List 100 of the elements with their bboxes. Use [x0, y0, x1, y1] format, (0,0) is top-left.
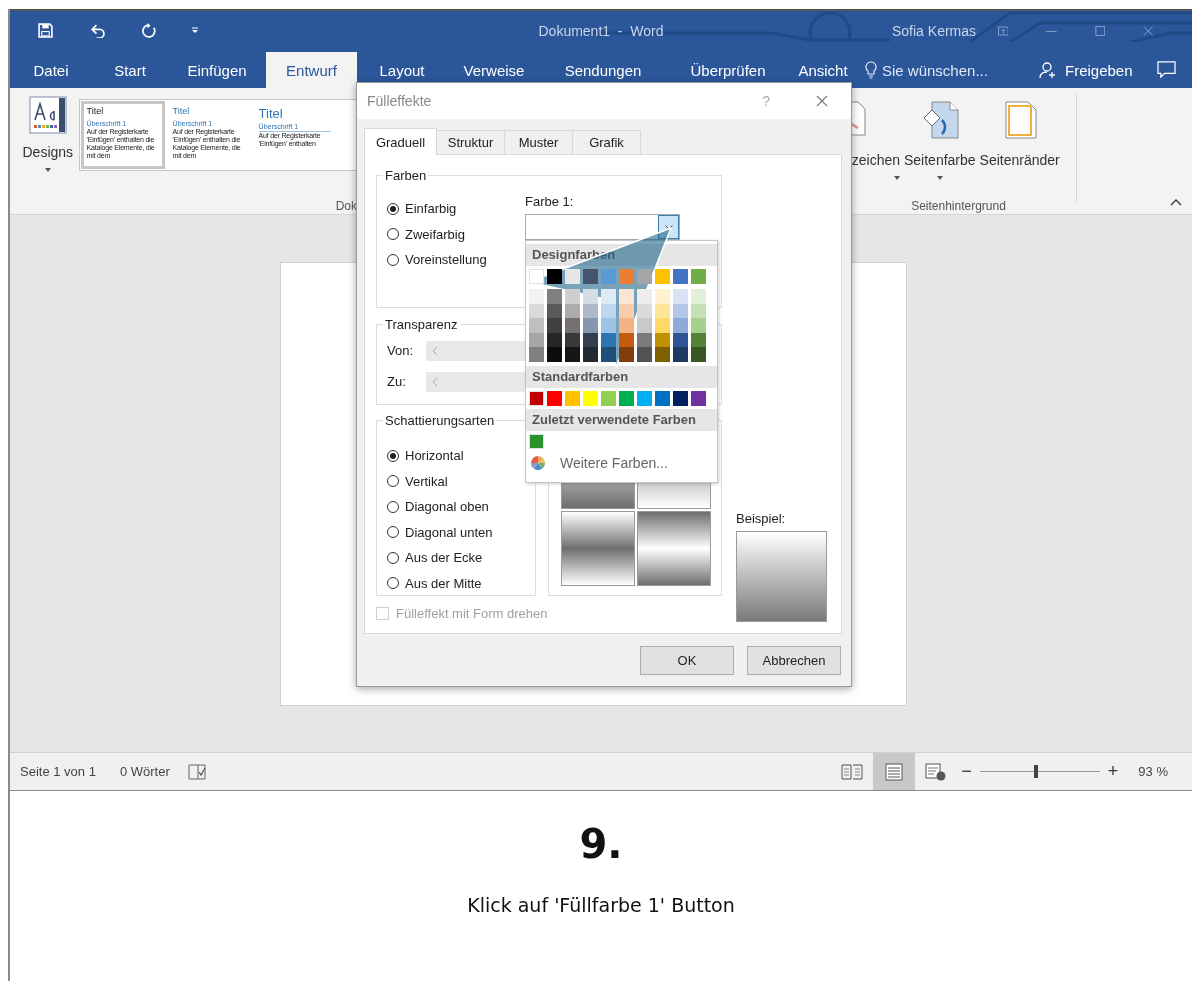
zoom-level[interactable]: 93 % [1138, 764, 1168, 779]
color-swatch[interactable] [691, 289, 706, 304]
scroll-left-icon[interactable] [432, 376, 438, 387]
color-swatch[interactable] [547, 289, 562, 304]
dialog-tab[interactable]: Graduell [364, 128, 437, 155]
color-swatch[interactable] [655, 390, 670, 406]
color-swatch[interactable] [691, 318, 706, 333]
color-swatch[interactable] [583, 289, 598, 304]
radio-option[interactable]: Aus der Ecke [387, 545, 525, 571]
ribbon-tab[interactable]: Start [92, 52, 168, 88]
color-swatch[interactable] [547, 269, 562, 284]
radio-option[interactable]: Aus der Mitte [387, 570, 525, 596]
color-swatch[interactable] [547, 390, 562, 406]
color-swatch[interactable] [655, 269, 670, 284]
color-swatch[interactable] [655, 318, 670, 333]
comment-icon[interactable] [1156, 61, 1176, 78]
color-swatch[interactable] [601, 347, 616, 362]
color-swatch[interactable] [655, 347, 670, 362]
more-colors-item[interactable]: Weitere Farben... [526, 451, 717, 474]
close-icon[interactable] [816, 95, 828, 107]
ribbon-tab[interactable]: Einfügen [168, 52, 266, 88]
color-swatch[interactable] [691, 347, 706, 362]
redo-icon[interactable] [142, 23, 157, 38]
word-count[interactable]: 0 Wörter [119, 764, 170, 779]
gradient-variant[interactable] [561, 511, 635, 586]
color-swatch[interactable] [601, 318, 616, 333]
color-swatch[interactable] [619, 347, 634, 362]
color-swatch[interactable] [529, 347, 544, 362]
page-count[interactable]: Seite 1 von 1 [20, 764, 96, 779]
dialog-button[interactable]: Abbrechen [747, 646, 841, 675]
color-swatch[interactable] [529, 269, 544, 284]
color-swatch[interactable] [601, 390, 616, 406]
radio-option[interactable]: Einfarbig [387, 196, 525, 222]
zoom-out-button[interactable]: − [961, 761, 972, 782]
color-swatch[interactable] [691, 390, 706, 406]
color-swatch[interactable] [691, 269, 706, 284]
radio-option[interactable]: Voreinstellung [387, 247, 525, 273]
ribbon-display-icon[interactable] [997, 24, 1009, 37]
color-swatch[interactable] [673, 269, 688, 284]
ribbon-button[interactable]: Seitenfarbe [904, 88, 976, 193]
color-swatch[interactable] [673, 318, 688, 333]
designs-button[interactable]: Designs [19, 88, 77, 193]
ribbon-button[interactable]: Seitenränder [979, 88, 1060, 193]
radio-option[interactable]: Diagonal unten [387, 519, 525, 545]
color-swatch[interactable] [673, 390, 688, 406]
ribbon-tab[interactable]: Entwurf [266, 52, 357, 88]
zoom-in-button[interactable]: + [1107, 761, 1119, 782]
ribbon-tab[interactable]: Datei [10, 52, 92, 88]
maximize-icon[interactable] [1094, 24, 1106, 37]
dialog-button[interactable]: OK [640, 646, 734, 675]
dialog-tab[interactable]: Grafik [572, 130, 641, 154]
color-dropdown[interactable] [525, 214, 680, 240]
color-swatch[interactable] [637, 269, 652, 284]
color-swatch[interactable] [547, 318, 562, 333]
color-swatch[interactable] [601, 289, 616, 304]
color-swatch[interactable] [583, 318, 598, 333]
color-swatch[interactable] [529, 390, 544, 406]
color-swatch[interactable] [565, 289, 580, 304]
color-swatch[interactable] [547, 347, 562, 362]
color-swatch[interactable] [619, 289, 634, 304]
color-swatch[interactable] [601, 269, 616, 284]
gradient-variant[interactable] [637, 511, 711, 586]
radio-option[interactable]: Horizontal [387, 443, 525, 469]
zoom-slider-thumb[interactable] [1034, 765, 1039, 778]
color-swatch[interactable] [637, 289, 652, 304]
color-swatch[interactable] [529, 318, 544, 333]
color-swatch[interactable] [583, 269, 598, 284]
color-swatch[interactable] [673, 289, 688, 304]
ribbon-tab[interactable]: Überprüfen [665, 52, 791, 88]
view-button[interactable] [873, 753, 916, 790]
ribbon-tab[interactable]: Verweise [447, 52, 541, 88]
color-swatch[interactable] [565, 318, 580, 333]
undo-icon[interactable] [90, 23, 105, 38]
color-swatch[interactable] [565, 347, 580, 362]
color-swatch[interactable] [565, 390, 580, 406]
radio-option[interactable]: Vertikal [387, 468, 525, 494]
save-icon[interactable] [38, 23, 53, 38]
color-swatch[interactable] [619, 390, 634, 406]
color-swatch[interactable] [637, 347, 652, 362]
color-swatch[interactable] [529, 289, 544, 304]
color-swatch[interactable] [583, 347, 598, 362]
ribbon-tab[interactable]: Layout [357, 52, 447, 88]
color-swatch[interactable] [583, 390, 598, 406]
ribbon-tab[interactable]: Ansicht [791, 52, 855, 88]
customize-caret-icon[interactable] [191, 27, 199, 34]
color-swatch[interactable] [565, 269, 580, 284]
radio-option[interactable]: Diagonal oben [387, 494, 525, 520]
ribbon-tab[interactable]: Sendungen [541, 52, 665, 88]
scroll-left-icon[interactable] [432, 345, 438, 356]
color-swatch[interactable] [637, 318, 652, 333]
collapse-ribbon-icon[interactable] [1170, 198, 1182, 206]
close-icon[interactable] [1143, 24, 1155, 37]
color-swatch[interactable] [619, 318, 634, 333]
color-swatch[interactable] [529, 433, 544, 449]
tell-me-field[interactable]: Sie wünschen... [882, 61, 1002, 79]
share-button[interactable]: Freigeben [1035, 52, 1137, 88]
color-swatch[interactable] [673, 347, 688, 362]
color-swatch[interactable] [637, 390, 652, 406]
radio-option[interactable]: Zweifarbig [387, 221, 525, 247]
proofing-icon[interactable] [187, 763, 206, 780]
